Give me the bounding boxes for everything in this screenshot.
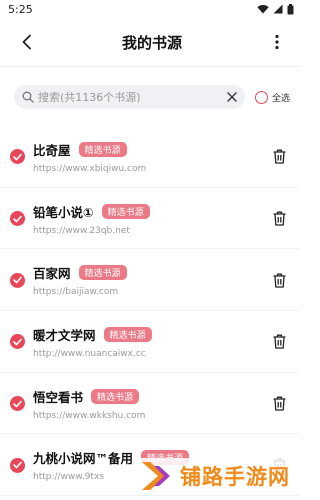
select-all-label: 全选	[271, 93, 290, 104]
list-item[interactable]: 暖才文学网 精选书源 http://www.nuancaiwx.cc	[0, 311, 300, 373]
delete-button[interactable]	[268, 269, 290, 291]
source-name: 铅笔小说①	[33, 204, 94, 220]
select-all-radio[interactable]	[254, 90, 268, 104]
trash-icon	[273, 211, 285, 226]
trash-icon	[273, 334, 285, 350]
featured-badge: 精选书源	[101, 203, 150, 219]
more-vertical-icon	[275, 34, 279, 50]
app-bar: 我的书源	[0, 18, 300, 66]
status-time: 5:25	[8, 2, 33, 16]
source-info: 悟空看书 精选书源 https://www.wkkshu.com	[33, 387, 268, 421]
source-name: 比奇屋	[33, 142, 71, 158]
status-bar: 5:25	[0, 0, 300, 18]
featured-badge: 精选书源	[103, 326, 152, 342]
checked-icon[interactable]	[10, 149, 25, 165]
list-item[interactable]: 比奇屋 精选书源 https://www.xbiqiwu.com	[0, 126, 300, 188]
list-item[interactable]: 铅笔小说① 精选书源 https://www.23qb.net	[0, 188, 300, 250]
source-name: 悟空看书	[33, 389, 84, 405]
cellular-signal-icon	[273, 4, 283, 14]
delete-button[interactable]	[268, 146, 290, 168]
source-name: 百家网	[33, 266, 71, 282]
search-input[interactable]	[38, 90, 223, 104]
watermark-text: 铺路手游网	[180, 465, 290, 489]
source-url: https://www.wkkshu.com	[33, 410, 146, 421]
search-row: 全选	[0, 67, 300, 127]
back-button[interactable]	[16, 31, 38, 53]
checked-icon[interactable]	[10, 272, 25, 288]
select-all-toggle[interactable]: 全选	[254, 90, 290, 104]
source-info: 暖才文学网 精选书源 http://www.nuancaiwx.cc	[33, 325, 268, 359]
battery-icon	[287, 3, 294, 14]
featured-badge: 精选书源	[91, 388, 140, 404]
back-arrow-icon	[22, 34, 31, 50]
watermark: 铺路手游网	[136, 458, 294, 494]
list-item[interactable]: 悟空看书 精选书源 https://www.wkkshu.com	[0, 373, 300, 435]
trash-icon	[273, 396, 285, 411]
checked-icon[interactable]	[10, 211, 25, 227]
source-url: https://www.23qb.net	[33, 225, 130, 236]
search-icon	[22, 91, 34, 103]
featured-badge: 精选书源	[78, 265, 127, 281]
source-list: 比奇屋 精选书源 https://www.xbiqiwu.com 铅笔小说① 精…	[0, 126, 300, 496]
list-item[interactable]: 百家网 精选书源 https://baijiaw.com	[0, 249, 300, 311]
delete-button[interactable]	[268, 331, 290, 353]
trash-icon	[273, 273, 285, 288]
checked-icon[interactable]	[10, 334, 25, 350]
page-title: 我的书源	[121, 33, 182, 52]
checked-icon[interactable]	[10, 457, 25, 473]
source-info: 铅笔小说① 精选书源 https://www.23qb.net	[33, 202, 268, 236]
name-row: 比奇屋 精选书源	[33, 140, 268, 159]
search-box[interactable]	[14, 85, 245, 109]
source-info: 比奇屋 精选书源 https://www.xbiqiwu.com	[33, 140, 268, 174]
source-info: 百家网 精选书源 https://baijiaw.com	[33, 263, 268, 297]
name-row: 铅笔小说① 精选书源	[33, 202, 268, 221]
wifi-icon	[257, 5, 269, 14]
clear-icon[interactable]	[227, 92, 237, 102]
source-url: https://www.xbiqiwu.com	[33, 163, 147, 174]
name-row: 百家网 精选书源	[33, 263, 268, 282]
source-url: http://www.nuancaiwx.cc	[33, 348, 146, 359]
trash-icon	[273, 149, 285, 164]
delete-button[interactable]	[268, 208, 290, 230]
delete-button[interactable]	[268, 393, 290, 415]
source-name: 暖才文学网	[33, 327, 96, 343]
source-name: 九桃小说网™备用	[33, 451, 134, 467]
chevron-logo-icon	[142, 462, 170, 490]
source-url: https://baijiaw.com	[33, 287, 119, 298]
name-row: 暖才文学网 精选书源	[33, 325, 268, 344]
name-row: 悟空看书 精选书源	[33, 387, 268, 406]
more-menu-button[interactable]	[266, 31, 288, 53]
status-icons	[257, 3, 294, 15]
checked-icon[interactable]	[10, 396, 25, 412]
featured-badge: 精选书源	[78, 141, 127, 157]
